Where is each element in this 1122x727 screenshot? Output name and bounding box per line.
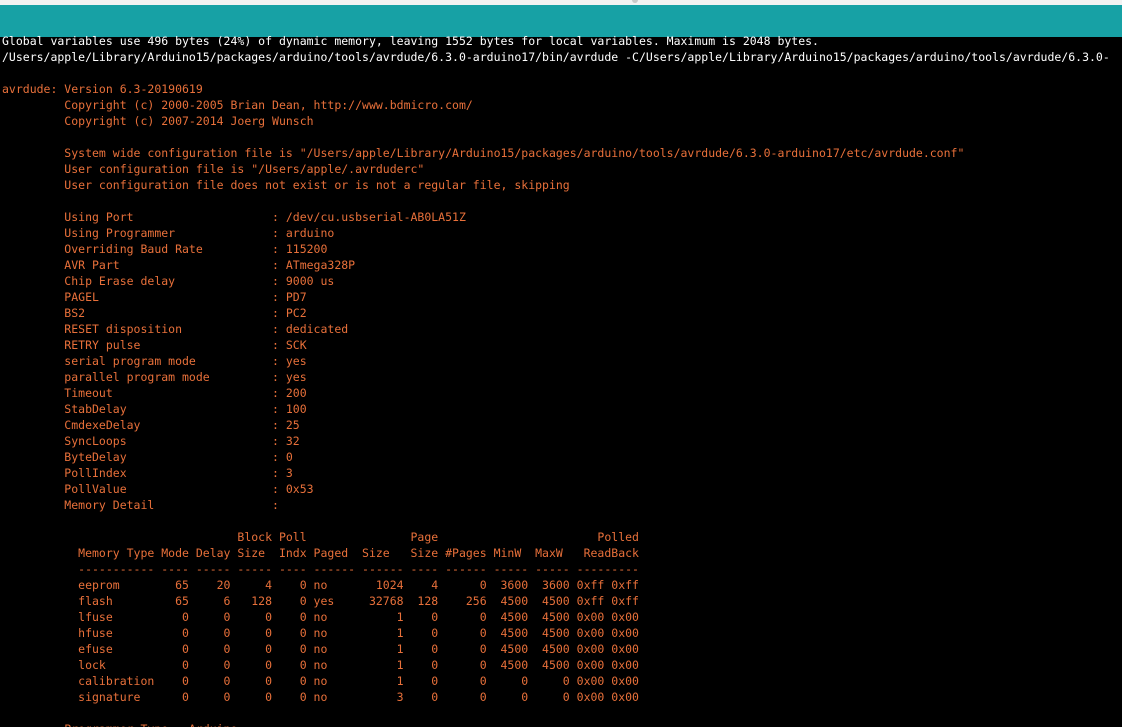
resize-handle[interactable] bbox=[632, 0, 638, 3]
console-line: Timeout : 200 bbox=[2, 386, 307, 400]
console-line: avrdude: Version 6.3-20190619 bbox=[2, 82, 203, 96]
console-line: Memory Type Mode Delay Size Indx Paged S… bbox=[2, 546, 639, 560]
console-line: signature 0 0 0 0 no 3 0 0 0 0 0x00 0x00 bbox=[2, 690, 639, 704]
console-line: Using Programmer : arduino bbox=[2, 226, 335, 240]
console-line: System wide configuration file is "/User… bbox=[2, 146, 965, 160]
console-line: RETRY pulse : SCK bbox=[2, 338, 307, 352]
console-line: parallel program mode : yes bbox=[2, 370, 307, 384]
console-line: Memory Detail : bbox=[2, 498, 279, 512]
console-line: Copyright (c) 2007-2014 Joerg Wunsch bbox=[2, 114, 314, 128]
console-output[interactable]: Global variables use 496 bytes (24%) of … bbox=[2, 33, 1122, 727]
console-line: /Users/apple/Library/Arduino15/packages/… bbox=[2, 50, 1110, 64]
arduino-console-window: Global variables use 496 bytes (24%) of … bbox=[0, 0, 1122, 727]
console-line: Programmer Type : Arduino bbox=[2, 721, 1122, 727]
console-line: lock 0 0 0 0 no 1 0 0 4500 4500 0x00 0x0… bbox=[2, 658, 639, 672]
console-line: PollIndex : 3 bbox=[2, 466, 293, 480]
console-line: SyncLoops : 32 bbox=[2, 434, 300, 448]
console-line: StabDelay : 100 bbox=[2, 402, 307, 416]
console-line: RESET disposition : dedicated bbox=[2, 322, 349, 336]
console-line: hfuse 0 0 0 0 no 1 0 0 4500 4500 0x00 0x… bbox=[2, 626, 639, 640]
console-line: ByteDelay : 0 bbox=[2, 450, 293, 464]
console-line: BS2 : PC2 bbox=[2, 306, 307, 320]
console-line: Block Poll Page Polled bbox=[2, 530, 639, 544]
console-line: serial program mode : yes bbox=[2, 354, 307, 368]
console-line: Using Port : /dev/cu.usbserial-AB0LA51Z bbox=[2, 210, 466, 224]
console-line: flash 65 6 128 0 yes 32768 128 256 4500 … bbox=[2, 594, 639, 608]
console-line: Copyright (c) 2000-2005 Brian Dean, http… bbox=[2, 98, 473, 112]
console-line: efuse 0 0 0 0 no 1 0 0 4500 4500 0x00 0x… bbox=[2, 642, 639, 656]
console-line: Overriding Baud Rate : 115200 bbox=[2, 242, 328, 256]
console-line: PAGEL : PD7 bbox=[2, 290, 307, 304]
console-line: lfuse 0 0 0 0 no 1 0 0 4500 4500 0x00 0x… bbox=[2, 610, 639, 624]
console-line: calibration 0 0 0 0 no 1 0 0 0 0 0x00 0x… bbox=[2, 674, 639, 688]
console-line: Chip Erase delay : 9000 us bbox=[2, 274, 335, 288]
console-line: User configuration file does not exist o… bbox=[2, 178, 570, 192]
console-line: AVR Part : ATmega328P bbox=[2, 258, 356, 272]
console-line: ----------- ---- ----- ----- ---- ------… bbox=[2, 562, 639, 576]
console-line: eeprom 65 20 4 0 no 1024 4 0 3600 3600 0… bbox=[2, 578, 639, 592]
console-line: Global variables use 496 bytes (24%) of … bbox=[2, 34, 819, 48]
console-line: User configuration file is "/Users/apple… bbox=[2, 162, 425, 176]
console-line: CmdexeDelay : 25 bbox=[2, 418, 300, 432]
console-line: PollValue : 0x53 bbox=[2, 482, 314, 496]
console-header-bar bbox=[0, 0, 1122, 37]
